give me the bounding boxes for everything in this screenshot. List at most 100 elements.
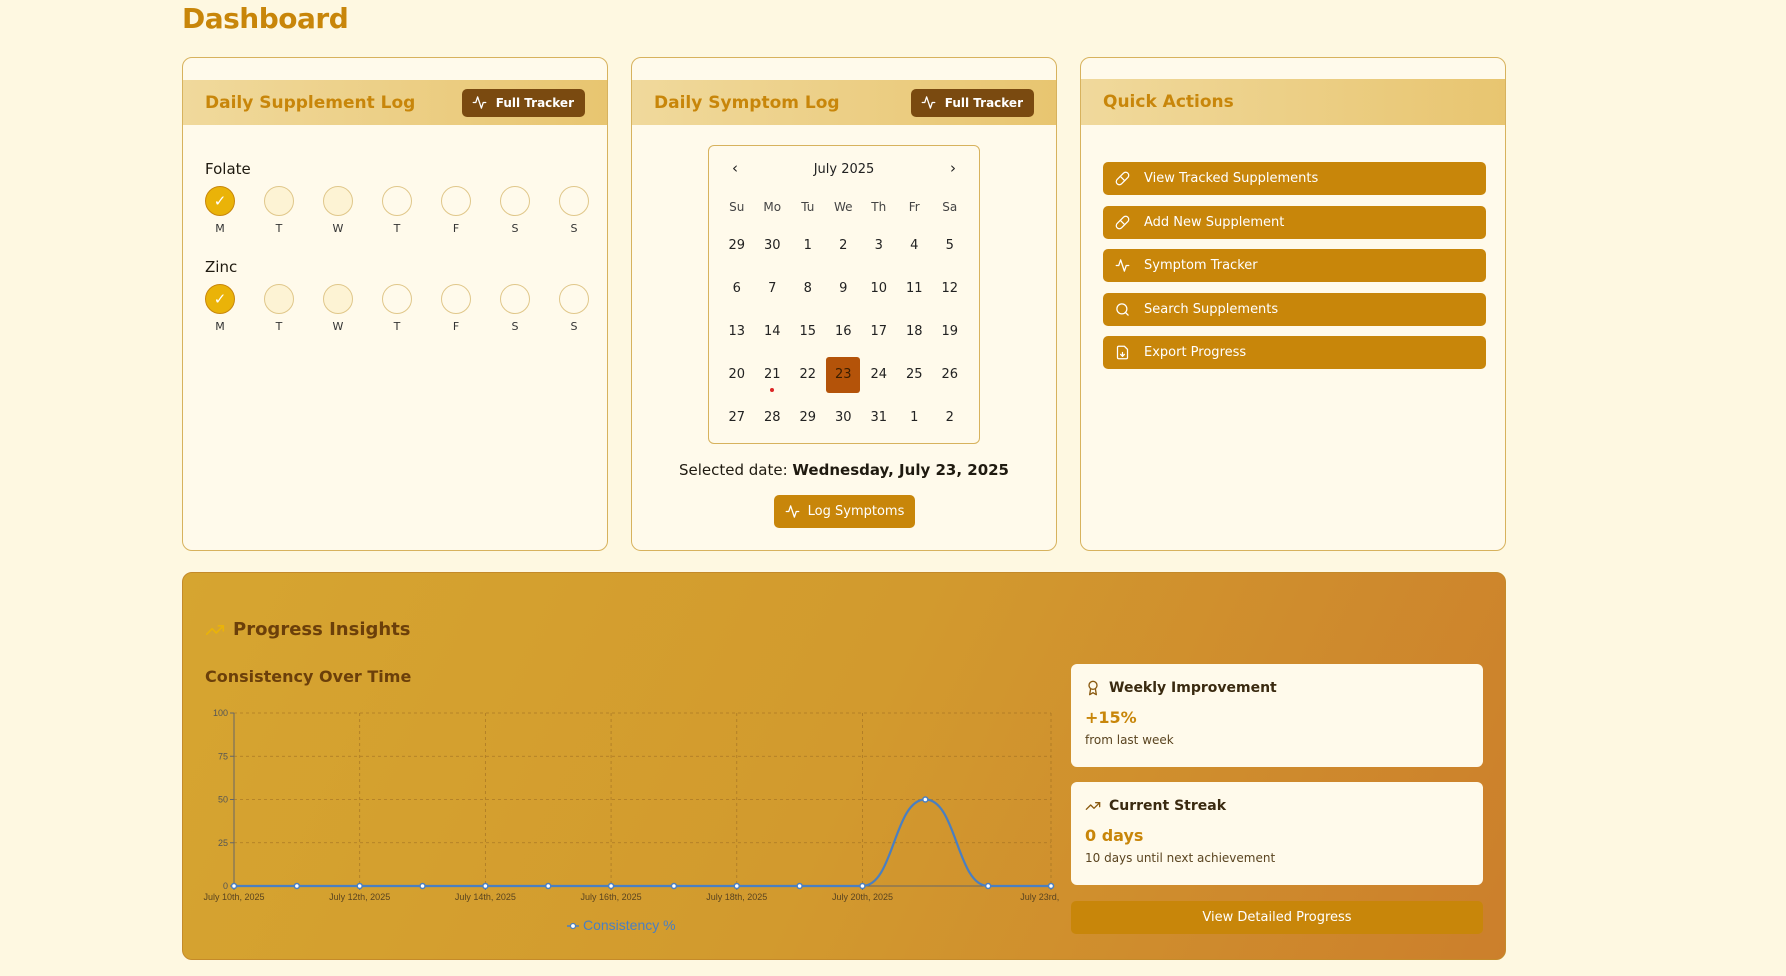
quick-actions-card: Quick Actions View Tracked Supplements Ad…	[1080, 57, 1506, 551]
calendar-month-label: July 2025	[813, 162, 875, 177]
calendar-day[interactable]: 2	[826, 224, 862, 267]
calendar-day[interactable]: 17	[861, 310, 897, 353]
calendar-day-number: 10	[870, 281, 888, 296]
calendar-day[interactable]: 5	[932, 224, 968, 267]
calendar-day[interactable]: 27	[719, 396, 755, 439]
page-title: Dashboard	[182, 2, 349, 35]
calendar-day[interactable]: 12	[932, 267, 968, 310]
day-checkbox[interactable]	[441, 186, 471, 216]
calendar-day-number: 20	[728, 367, 746, 382]
day-checkbox[interactable]	[264, 284, 294, 314]
quick-action-button[interactable]: Add New Supplement	[1103, 205, 1486, 239]
calendar-day-number: 17	[870, 324, 888, 339]
symptom-log-card: Daily Symptom Log Full Tracker ‹ July 20…	[631, 57, 1057, 551]
supplement-day: ✓ M	[205, 284, 264, 333]
day-checkbox[interactable]	[500, 186, 530, 216]
calendar-day[interactable]: 14	[755, 310, 791, 353]
day-checkbox[interactable]: ✓	[205, 284, 235, 314]
calendar-day-number: 26	[941, 367, 959, 382]
selected-date-text: Selected date: Wednesday, July 23, 2025	[632, 461, 1056, 479]
calendar-day-number: 5	[945, 238, 954, 253]
calendar-day[interactable]: 25	[897, 353, 933, 396]
calendar-day-number: 30	[763, 238, 781, 253]
supplement-day: S	[559, 186, 607, 235]
supplement-full-tracker-button[interactable]: Full Tracker	[461, 88, 585, 117]
calendar-day[interactable]: 6	[719, 267, 755, 310]
day-checkbox[interactable]	[559, 284, 589, 314]
calendar-day[interactable]: 13	[719, 310, 755, 353]
calendar-day-selected[interactable]: 23	[826, 353, 862, 396]
calendar-day[interactable]: 19	[932, 310, 968, 353]
full-tracker-label: Full Tracker	[944, 95, 1023, 110]
calendar-day[interactable]: 24	[861, 353, 897, 396]
selected-date-value: Wednesday, July 23, 2025	[792, 461, 1009, 479]
calendar-day[interactable]: 28	[755, 396, 791, 439]
quick-action-button[interactable]: Export Progress	[1103, 336, 1486, 369]
calendar-day[interactable]: 1	[790, 224, 826, 267]
calendar-day-number: 7	[768, 281, 777, 296]
data-point	[1047, 882, 1055, 890]
activity-icon	[785, 505, 800, 518]
calendar-day[interactable]: 18	[897, 310, 933, 353]
calendar-day-number: 12	[941, 281, 959, 296]
supplement-day: T	[382, 186, 441, 235]
calendar-day[interactable]: 11	[897, 267, 933, 310]
day-checkbox[interactable]	[382, 284, 412, 314]
calendar-day[interactable]: 4	[897, 224, 933, 267]
day-checkbox[interactable]: ✓	[205, 186, 235, 216]
calendar-day-number: 16	[834, 324, 852, 339]
log-symptoms-button[interactable]: Log Symptoms	[774, 495, 915, 528]
calendar-day[interactable]: 29	[719, 224, 755, 267]
calendar-day[interactable]: 31	[861, 396, 897, 439]
quick-action-button[interactable]: View Tracked Supplements	[1103, 162, 1486, 195]
calendar-day[interactable]: 7	[755, 267, 791, 310]
data-point	[482, 882, 489, 890]
data-point	[922, 796, 929, 803]
calendar-day[interactable]: 30	[826, 396, 862, 439]
day-checkbox[interactable]	[323, 186, 353, 216]
day-label: S	[570, 222, 578, 235]
day-checkbox[interactable]	[264, 186, 294, 216]
calendar-day[interactable]: 22	[790, 353, 826, 396]
quick-action-button[interactable]: Symptom Tracker	[1103, 249, 1486, 282]
quick-action-button[interactable]: Search Supplements	[1103, 292, 1486, 326]
calendar-day[interactable]: 29	[790, 396, 826, 439]
calendar-day[interactable]: 8	[790, 267, 826, 310]
calendar-day[interactable]: 26	[932, 353, 968, 396]
pill-icon	[1115, 171, 1130, 186]
calendar-day[interactable]: 10	[861, 267, 897, 310]
data-point	[796, 882, 803, 890]
calendar-day[interactable]: 9	[826, 267, 862, 310]
calendar-day[interactable]: 3	[861, 224, 897, 267]
day-checkbox[interactable]	[500, 284, 530, 314]
calendar-day[interactable]: 15	[790, 310, 826, 353]
calendar-day[interactable]: 30	[755, 224, 791, 267]
day-checkbox[interactable]	[323, 284, 353, 314]
calendar-day-number: 21	[763, 367, 781, 382]
award-icon	[1088, 680, 1098, 696]
day-checkbox[interactable]	[559, 186, 589, 216]
calendar-day-number: 30	[834, 410, 852, 425]
calendar-day[interactable]: 21	[755, 353, 791, 396]
calendar-day-number: 6	[732, 281, 741, 296]
quick-actions-header: Quick Actions	[1081, 79, 1505, 125]
symptom-full-tracker-button[interactable]: Full Tracker	[910, 88, 1034, 117]
supplement-log-title: Daily Supplement Log	[205, 92, 416, 113]
weekly-improvement-heading: Weekly Improvement	[1085, 680, 1277, 696]
view-detailed-progress-button[interactable]: View Detailed Progress	[1071, 901, 1483, 934]
calendar-next-button[interactable]: ›	[943, 159, 963, 177]
calendar-day[interactable]: 16	[826, 310, 862, 353]
day-checkbox[interactable]	[382, 186, 412, 216]
search-icon	[1116, 302, 1129, 316]
calendar-day-number: 29	[799, 410, 817, 425]
progress-insights-panel: Progress Insights Consistency Over Time …	[182, 572, 1506, 960]
weekday-label: We	[833, 200, 853, 214]
calendar-day[interactable]: 20	[719, 353, 755, 396]
supplement-day: T	[264, 284, 323, 333]
day-checkbox[interactable]	[441, 284, 471, 314]
calendar-day[interactable]: 1	[897, 396, 933, 439]
x-tick-label: July 16th, 2025	[581, 892, 642, 902]
calendar-day[interactable]: 2	[932, 396, 968, 439]
calendar-day-number: 27	[728, 410, 746, 425]
supplement-day: S	[500, 186, 559, 235]
